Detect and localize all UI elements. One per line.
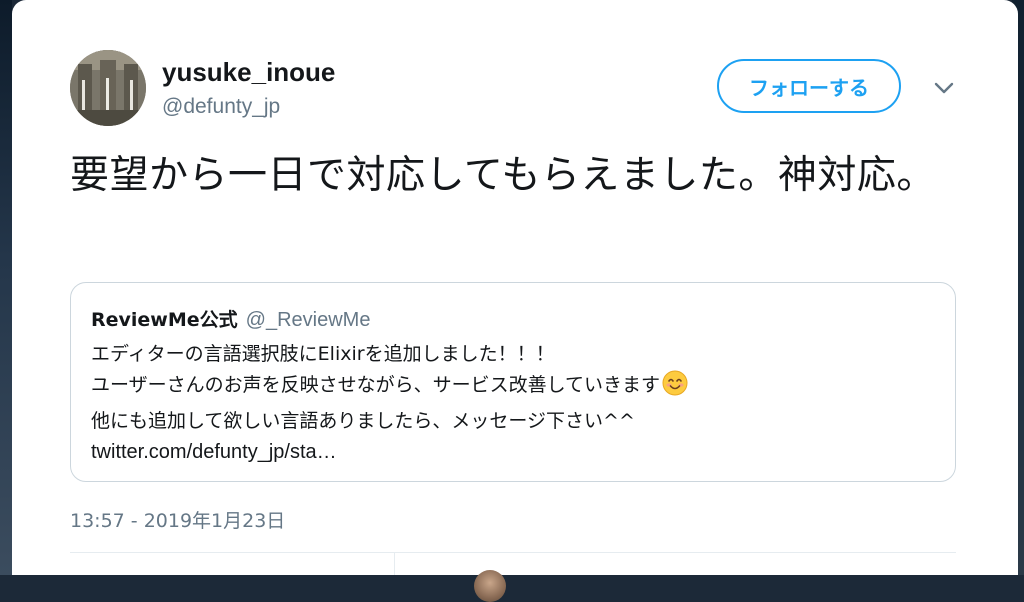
author-display-name[interactable]: yusuke_inoue [162,56,335,88]
avatar[interactable] [70,50,146,126]
quoted-line: 他にも追加して欲しい言語ありましたら、メッセージ下さい^^ [91,410,635,432]
quoted-tweet-header: ReviewMe公式 @_ReviewMe [91,307,370,333]
divider [70,552,956,553]
divider-vertical [394,553,395,575]
chevron-down-icon[interactable] [930,76,958,100]
quoted-tweet-link[interactable]: twitter.com/defunty_jp/sta… [91,437,931,468]
tweet-timestamp[interactable]: 13:57 - 2019年1月23日 [70,506,285,533]
smiling-face-emoji-icon [662,370,688,406]
quoted-line: ユーザーさんのお声を反映させながら、サービス改善していきます [91,374,661,396]
quoted-author-name: ReviewMe公式 [91,309,238,331]
profile-photo-icon [70,50,146,126]
tweet-text: 要望から一日で対応してもらえました。神対応。 [70,153,936,198]
author-handle[interactable]: @defunty_jp [162,94,280,120]
quoted-line-with-emoji: ユーザーさんのお声を反映させながら、サービス改善していきます [91,370,931,406]
quoted-author-handle: @_ReviewMe [245,309,371,331]
tweet-card: yusuke_inoue @defunty_jp フォローする 要望から一日で対… [12,0,1018,602]
quoted-tweet[interactable]: ReviewMe公式 @_ReviewMe エディターの言語選択肢にElixirを… [70,282,956,482]
quoted-line: エディターの言語選択肢にElixirを追加しました！！！ [91,343,555,365]
background-left [0,0,12,575]
quoted-tweet-body: エディターの言語選択肢にElixirを追加しました！！！ ユーザーさんのお声を反… [91,339,931,468]
follow-button[interactable]: フォローする [717,59,901,113]
